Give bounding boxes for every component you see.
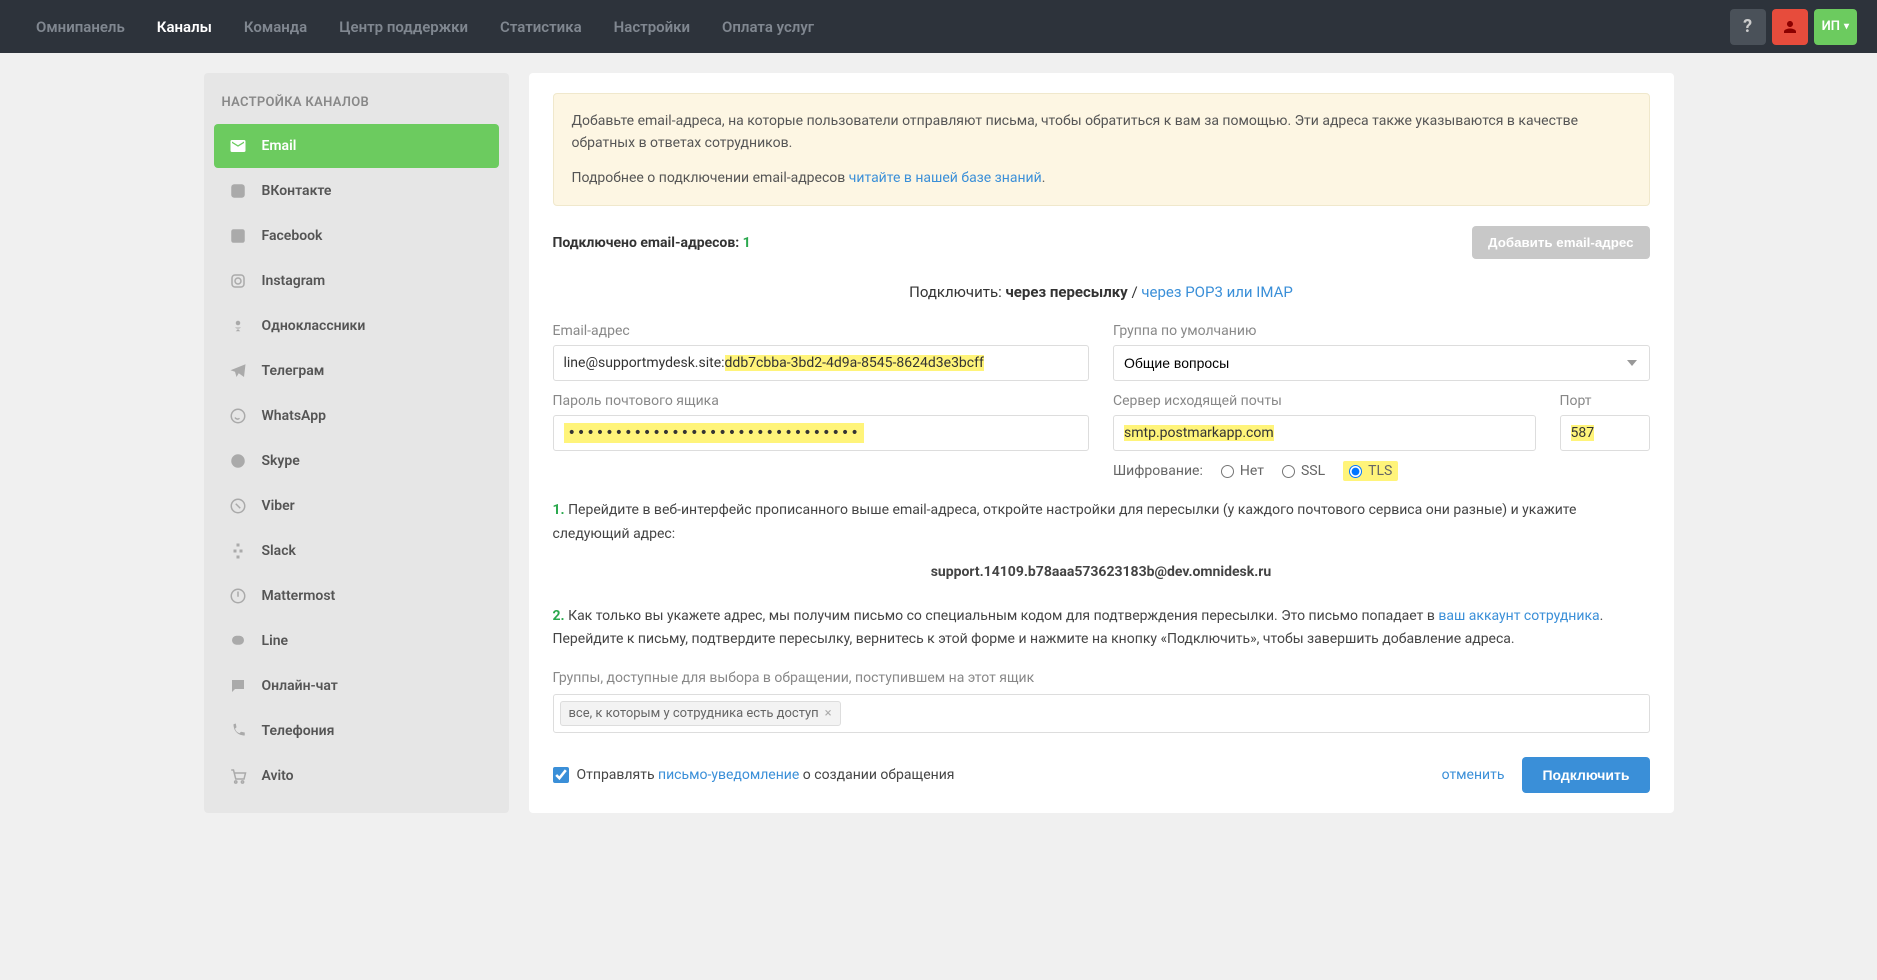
- sidebar-item-label: Mattermost: [262, 588, 336, 604]
- line-icon: [228, 631, 248, 651]
- step-2: 2. Как только вы укажете адрес, мы получ…: [553, 605, 1650, 653]
- nav-settings[interactable]: Настройки: [598, 0, 706, 54]
- instagram-icon: [228, 271, 248, 291]
- connected-count-label: Подключено email-адресов: 1: [553, 235, 751, 251]
- notify-checkbox-row[interactable]: Отправлять письмо-уведомление о создании…: [553, 767, 955, 783]
- nav-statistics[interactable]: Статистика: [484, 0, 598, 54]
- nav-team[interactable]: Команда: [228, 0, 323, 54]
- encrypt-tls[interactable]: TLS: [1343, 461, 1398, 481]
- whatsapp-icon: [228, 406, 248, 426]
- nav-payment[interactable]: Оплата услуг: [706, 0, 830, 54]
- nav-channels[interactable]: Каналы: [141, 0, 228, 54]
- vk-icon: [228, 181, 248, 201]
- sidebar-item-instagram[interactable]: Instagram: [214, 259, 499, 303]
- encrypt-none[interactable]: Нет: [1221, 463, 1264, 479]
- default-group-select[interactable]: Общие вопросы: [1113, 345, 1650, 381]
- facebook-icon: [228, 226, 248, 246]
- mode-popimap[interactable]: через POP3 или IMAP: [1141, 283, 1293, 301]
- port-input[interactable]: 587: [1560, 415, 1650, 451]
- email-input[interactable]: line@supportmydesk.site:ddb7cbba-3bd2-4d…: [553, 345, 1090, 381]
- connect-mode-switch: Подключить: через пересылку / через POP3…: [553, 283, 1650, 301]
- sidebar-item-line[interactable]: Line: [214, 619, 499, 663]
- sidebar-item-slack[interactable]: Slack: [214, 529, 499, 573]
- notify-checkbox[interactable]: [553, 767, 569, 783]
- step-1: 1. Перейдите в веб-интерфейс прописанног…: [553, 499, 1650, 547]
- cart-icon: [228, 766, 248, 786]
- mattermost-icon: [228, 586, 248, 606]
- info-box: Добавьте email-адреса, на которые пользо…: [553, 93, 1650, 206]
- sidebar-item-label: Viber: [262, 498, 295, 514]
- smtp-server-input[interactable]: smtp.postmarkapp.com: [1113, 415, 1536, 451]
- connect-button[interactable]: Подключить: [1522, 757, 1649, 793]
- account-menu[interactable]: ИП: [1814, 9, 1857, 45]
- user-alert-button[interactable]: [1772, 9, 1808, 45]
- telegram-icon: [228, 361, 248, 381]
- sidebar-item-email[interactable]: Email: [214, 124, 499, 168]
- sidebar-item-label: ВКонтакте: [262, 183, 332, 199]
- password-input[interactable]: •••••••••••••••••••••••••••••••: [553, 415, 1090, 451]
- sidebar-item-label: WhatsApp: [262, 408, 326, 424]
- sidebar-item-label: Одноклассники: [262, 318, 366, 334]
- sidebar-item-vk[interactable]: ВКонтакте: [214, 169, 499, 213]
- sidebar-item-label: Телефония: [262, 723, 335, 739]
- main-panel: Добавьте email-адреса, на которые пользо…: [529, 73, 1674, 813]
- channels-sidebar: НАСТРОЙКА КАНАЛОВ Email ВКонтакте Facebo…: [204, 73, 509, 813]
- sidebar-item-odnoklassniki[interactable]: Одноклассники: [214, 304, 499, 348]
- sidebar-item-label: Avito: [262, 768, 294, 784]
- kb-link[interactable]: читайте в нашей базе знаний: [849, 170, 1042, 186]
- sidebar-item-telephony[interactable]: Телефония: [214, 709, 499, 753]
- sidebar-item-label: Телеграм: [262, 363, 325, 379]
- person-icon: [1781, 18, 1799, 36]
- notify-letter-link[interactable]: письмо-уведомление: [658, 767, 799, 783]
- add-email-button[interactable]: Добавить email-адрес: [1472, 226, 1649, 259]
- encrypt-label: Шифрование:: [1113, 463, 1203, 479]
- info-text-2: Подробнее о подключении email-адресов чи…: [572, 167, 1631, 189]
- sidebar-item-skype[interactable]: Skype: [214, 439, 499, 483]
- email-label: Email-адрес: [553, 323, 1090, 339]
- help-button[interactable]: ?: [1730, 9, 1766, 45]
- viber-icon: [228, 496, 248, 516]
- sidebar-item-facebook[interactable]: Facebook: [214, 214, 499, 258]
- remove-tag-icon[interactable]: ×: [825, 706, 832, 721]
- skype-icon: [228, 451, 248, 471]
- agent-account-link[interactable]: ваш аккаунт сотрудника: [1438, 608, 1599, 624]
- sidebar-item-label: Email: [262, 138, 297, 154]
- nav-left: Омнипанель Каналы Команда Центр поддержк…: [20, 0, 830, 54]
- nav-right: ? ИП: [1730, 9, 1857, 45]
- encrypt-ssl[interactable]: SSL: [1282, 463, 1325, 479]
- sidebar-item-label: Line: [262, 633, 289, 649]
- sidebar-title: НАСТРОЙКА КАНАЛОВ: [214, 87, 499, 124]
- groups-tag-input[interactable]: все, к которым у сотрудника есть доступ …: [553, 694, 1650, 733]
- nav-omnipanel[interactable]: Омнипанель: [20, 0, 141, 54]
- ok-icon: [228, 316, 248, 336]
- sidebar-item-whatsapp[interactable]: WhatsApp: [214, 394, 499, 438]
- group-label: Группа по умолчанию: [1113, 323, 1650, 339]
- sidebar-item-label: Facebook: [262, 228, 323, 244]
- info-text-1: Добавьте email-адреса, на которые пользо…: [572, 110, 1631, 155]
- envelope-icon: [228, 136, 248, 156]
- mode-forward[interactable]: через пересылку: [1005, 283, 1127, 301]
- smtp-label: Сервер исходящей почты: [1113, 393, 1536, 409]
- sidebar-item-telegram[interactable]: Телеграм: [214, 349, 499, 393]
- nav-support-center[interactable]: Центр поддержки: [323, 0, 484, 54]
- forwarding-address: support.14109.b78aaa573623183b@dev.omnid…: [553, 561, 1650, 585]
- sidebar-item-label: Skype: [262, 453, 300, 469]
- group-tag: все, к которым у сотрудника есть доступ …: [560, 701, 841, 726]
- groups-available-label: Группы, доступные для выбора в обращении…: [553, 670, 1650, 686]
- slack-icon: [228, 541, 248, 561]
- password-label: Пароль почтового ящика: [553, 393, 1090, 409]
- sidebar-item-livechat[interactable]: Онлайн-чат: [214, 664, 499, 708]
- port-label: Порт: [1560, 393, 1650, 409]
- sidebar-item-avito[interactable]: Avito: [214, 754, 499, 798]
- sidebar-item-label: Slack: [262, 543, 296, 559]
- top-navigation: Омнипанель Каналы Команда Центр поддержк…: [0, 0, 1877, 53]
- sidebar-item-label: Instagram: [262, 273, 326, 289]
- phone-icon: [228, 721, 248, 741]
- encryption-row: Шифрование: Нет SSL TLS: [1113, 461, 1536, 481]
- sidebar-item-label: Онлайн-чат: [262, 678, 338, 694]
- chat-icon: [228, 676, 248, 696]
- sidebar-item-mattermost[interactable]: Mattermost: [214, 574, 499, 618]
- sidebar-item-viber[interactable]: Viber: [214, 484, 499, 528]
- cancel-link[interactable]: отменить: [1442, 767, 1505, 783]
